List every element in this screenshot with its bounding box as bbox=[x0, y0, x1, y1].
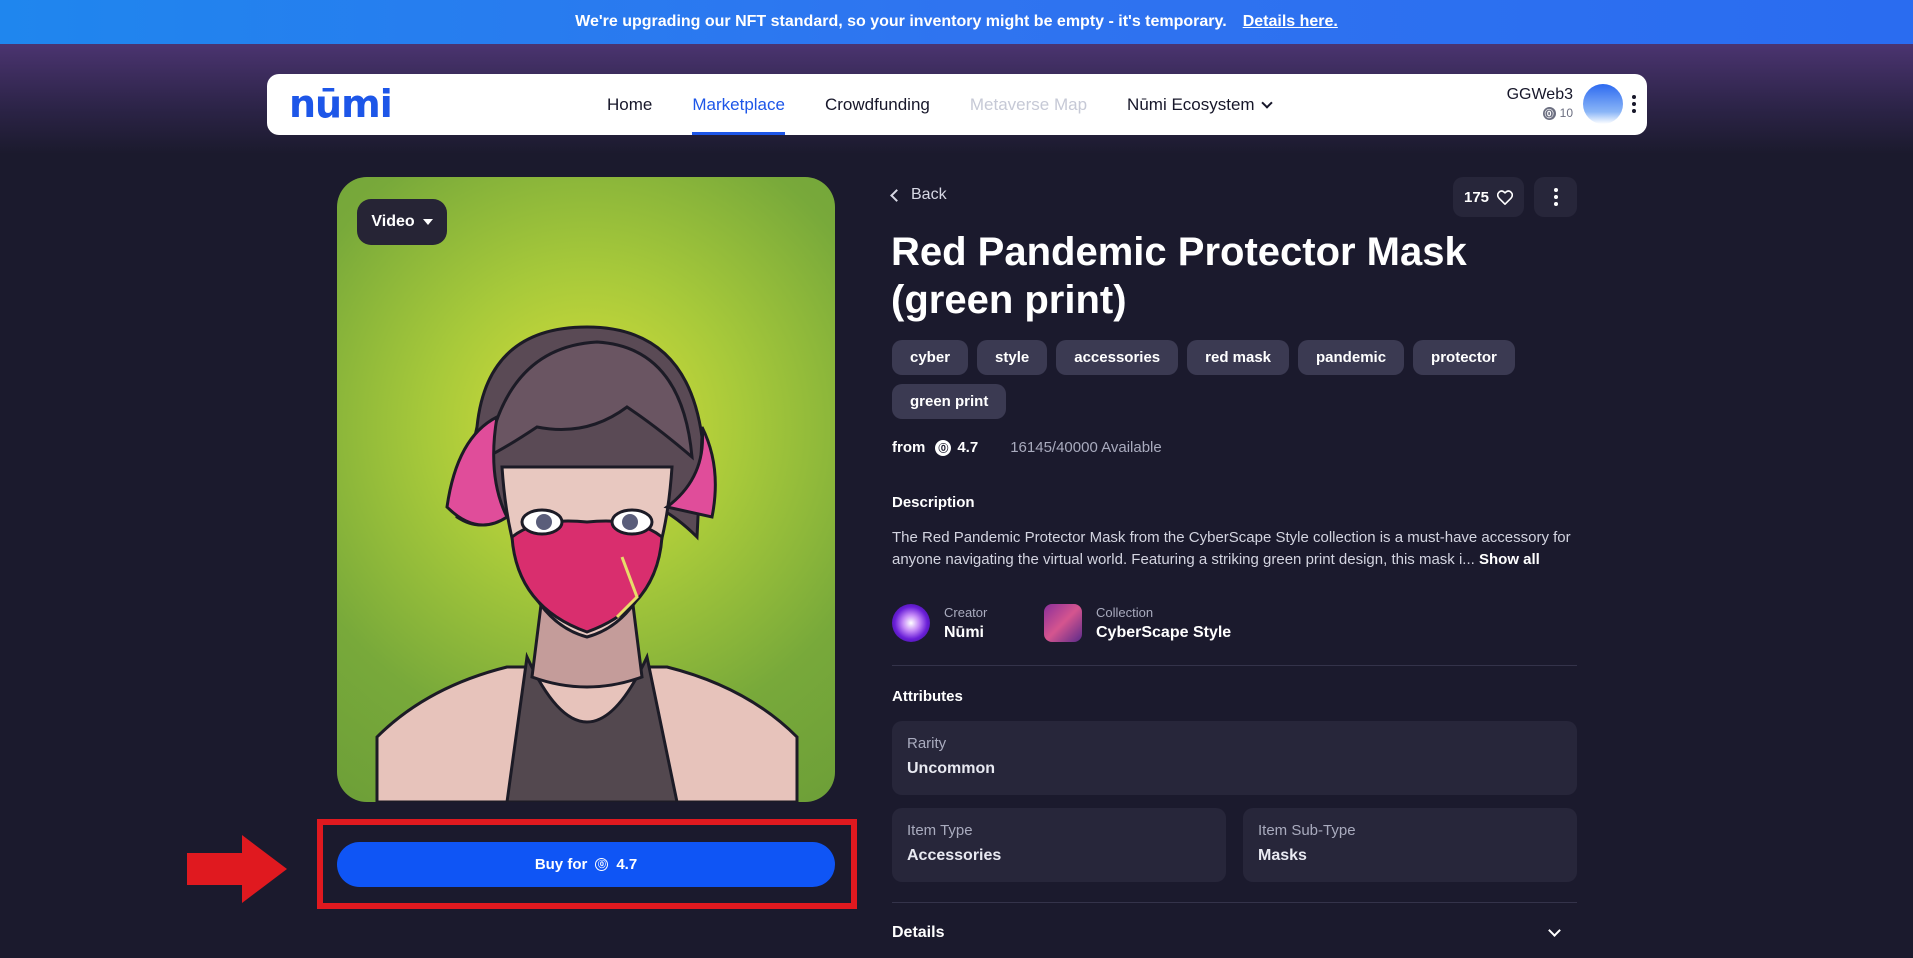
nav-marketplace[interactable]: Marketplace bbox=[672, 74, 805, 135]
nav-links: Home Marketplace Crowdfunding Metaverse … bbox=[587, 74, 1291, 135]
item-media: Video bbox=[337, 177, 835, 802]
tag-item[interactable]: accessories bbox=[1056, 340, 1179, 375]
collection-name: CyberScape Style bbox=[1096, 623, 1232, 641]
attribute-key: Item Type bbox=[907, 822, 973, 839]
back-label: Back bbox=[911, 186, 947, 203]
nav-crowdfunding[interactable]: Crowdfunding bbox=[805, 74, 950, 135]
description-heading: Description bbox=[892, 494, 975, 511]
avatar[interactable] bbox=[1583, 84, 1623, 124]
attribute-value: Uncommon bbox=[907, 760, 995, 777]
item-more-menu[interactable] bbox=[1534, 177, 1577, 217]
attribute-key: Item Sub-Type bbox=[1258, 822, 1356, 839]
buy-label: Buy for bbox=[534, 856, 588, 873]
character-image bbox=[375, 325, 799, 802]
user-info[interactable]: GGWeb3 ⓪ 10 bbox=[1507, 86, 1573, 120]
attribute-value: Accessories bbox=[907, 847, 1002, 864]
tag-item[interactable]: pandemic bbox=[1298, 340, 1405, 375]
price-row: from ⓪ 4.7 16145/40000 Available bbox=[892, 439, 1162, 456]
coin-icon: ⓪ bbox=[595, 858, 609, 871]
username: GGWeb3 bbox=[1506, 86, 1573, 103]
nav-numi-ecosystem[interactable]: Nūmi Ecosystem bbox=[1107, 74, 1291, 135]
banner-details-link[interactable]: Details here. bbox=[1243, 13, 1338, 31]
numi-logo[interactable]: nūmi bbox=[289, 82, 393, 126]
coin-icon: ⓪ bbox=[935, 439, 952, 456]
item-title: Red Pandemic Protector Mask (green print… bbox=[891, 230, 1467, 322]
tag-item[interactable]: cyber bbox=[892, 340, 969, 375]
chevron-down-icon bbox=[1260, 96, 1273, 109]
banner-message: We're upgrading our NFT standard, so you… bbox=[575, 13, 1227, 30]
creator-label: Creator bbox=[944, 604, 988, 620]
like-count: 175 bbox=[1463, 188, 1490, 206]
tag-item[interactable]: green print bbox=[892, 384, 1007, 419]
tag-item[interactable]: protector bbox=[1413, 340, 1515, 375]
divider bbox=[892, 665, 1577, 666]
attribute-key: Rarity bbox=[907, 735, 947, 752]
collection-info[interactable]: Collection CyberScape Style bbox=[1044, 604, 1231, 642]
buy-button[interactable]: Buy for ⓪ 4.7 bbox=[337, 842, 835, 887]
description-body: The Red Pandemic Protector Mask from the… bbox=[892, 529, 1571, 568]
description-text: The Red Pandemic Protector Mask from the… bbox=[892, 527, 1582, 571]
chevron-left-icon bbox=[890, 188, 903, 202]
collection-thumbnail bbox=[1044, 604, 1082, 642]
attribute-item-sub-type: Item Sub-Type Masks bbox=[1243, 808, 1577, 882]
nav-numi-ecosystem-label: Nūmi Ecosystem bbox=[1127, 94, 1255, 114]
tag-item[interactable]: red mask bbox=[1187, 340, 1290, 375]
attributes-heading: Attributes bbox=[892, 688, 963, 705]
user-balance-value: 10 bbox=[1559, 106, 1573, 120]
collection-label: Collection bbox=[1096, 604, 1154, 620]
top-navbar: nūmi Home Marketplace Crowdfunding Metav… bbox=[267, 74, 1647, 135]
divider bbox=[892, 902, 1577, 903]
availability: 16145/40000 Available bbox=[1010, 439, 1162, 456]
media-mode-dropdown[interactable]: Video bbox=[357, 199, 447, 245]
highlight-arrow-icon bbox=[187, 835, 287, 903]
price-from-label: from bbox=[892, 439, 926, 456]
item-price: 4.7 bbox=[957, 439, 979, 456]
nav-home[interactable]: Home bbox=[587, 74, 672, 135]
user-balance: ⓪ 10 bbox=[1507, 106, 1573, 120]
buy-highlight-box: Buy for ⓪ 4.7 bbox=[317, 819, 857, 909]
more-vertical-icon[interactable] bbox=[1629, 92, 1639, 116]
tag-list: cyber style accessories red mask pandemi… bbox=[892, 340, 1582, 419]
caret-down-icon bbox=[422, 219, 433, 225]
show-all-link[interactable]: Show all bbox=[1479, 551, 1540, 568]
attribute-value: Masks bbox=[1258, 847, 1307, 864]
like-button[interactable]: 175 bbox=[1453, 177, 1524, 217]
nav-metaverse-map: Metaverse Map bbox=[969, 94, 1088, 114]
chevron-down-icon[interactable] bbox=[1548, 924, 1561, 937]
back-button[interactable]: Back bbox=[890, 186, 947, 204]
coin-icon: ⓪ bbox=[1542, 106, 1556, 120]
tag-item[interactable]: style bbox=[977, 340, 1048, 375]
creator-info[interactable]: Creator Nūmi bbox=[892, 604, 987, 642]
attribute-item-type: Item Type Accessories bbox=[892, 808, 1226, 882]
creator-name: Nūmi bbox=[944, 623, 984, 641]
media-mode-label: Video bbox=[371, 213, 415, 230]
announcement-banner: We're upgrading our NFT standard, so you… bbox=[0, 0, 1913, 44]
heart-icon bbox=[1497, 189, 1514, 205]
details-accordion-header[interactable]: Details bbox=[892, 924, 944, 942]
buy-price: 4.7 bbox=[616, 856, 638, 873]
attribute-rarity: Rarity Uncommon bbox=[892, 721, 1577, 795]
creator-avatar bbox=[892, 604, 930, 642]
